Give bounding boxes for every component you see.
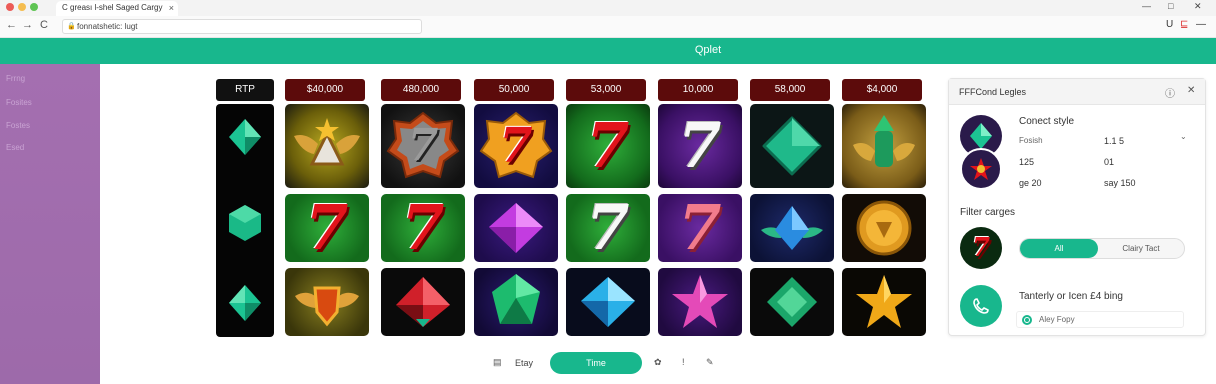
row-label-fosish: Fosish bbox=[1019, 136, 1043, 145]
filter-option-button[interactable]: Clairy Tact bbox=[1098, 239, 1184, 258]
column-prize-1: $40,000 bbox=[285, 79, 365, 101]
sidebar-item-3[interactable]: Fostes bbox=[6, 121, 30, 130]
blue-diamond-icon[interactable] bbox=[566, 268, 650, 336]
close-window-dot[interactable] bbox=[6, 3, 14, 11]
star-avatar bbox=[960, 148, 1002, 190]
rtp-label: RTP bbox=[216, 79, 274, 101]
seven-symbol: 7 bbox=[678, 194, 722, 262]
address-bar: ← → C 🔒 fonnatshetic: lugt U ⊑ — bbox=[0, 16, 1216, 38]
row-value-fosish: 1.1 5 bbox=[1104, 136, 1125, 146]
red-seven-tile[interactable]: 7 bbox=[285, 194, 369, 262]
back-arrow-icon[interactable]: ← bbox=[6, 19, 17, 31]
green-hexagon-icon bbox=[224, 200, 266, 246]
forward-arrow-icon[interactable]: → bbox=[22, 19, 33, 31]
sidebar: Frrng Fosites Fostes Esed bbox=[0, 64, 100, 384]
purple-diamond-tile[interactable] bbox=[474, 194, 558, 262]
winged-star-emblem-icon[interactable] bbox=[285, 104, 369, 188]
phone-avatar bbox=[960, 285, 1002, 327]
blue-winged-gem-icon[interactable] bbox=[750, 194, 834, 262]
green-crown-emblem-icon[interactable] bbox=[842, 104, 926, 188]
calendar-icon[interactable]: ▤ bbox=[493, 357, 502, 368]
pink-seven-tile[interactable]: 7 bbox=[658, 194, 742, 262]
time-button[interactable]: Time bbox=[550, 352, 642, 374]
section-heading-style: Conect style bbox=[1019, 116, 1075, 127]
seven-symbol: 7 bbox=[407, 120, 439, 171]
section-heading-notify: Tanterly or Icen £4 bing bbox=[1019, 291, 1123, 302]
filter-all-button[interactable]: All bbox=[1020, 239, 1098, 258]
column-prize-6: 58,000 bbox=[750, 79, 830, 101]
red-seven-tile[interactable]: 7 bbox=[566, 104, 650, 188]
seven-symbol: 7 bbox=[586, 194, 630, 262]
menu-icon[interactable]: — bbox=[1196, 19, 1206, 30]
gold-seven-badge-icon[interactable]: 7 bbox=[474, 104, 558, 188]
window-maximize-icon[interactable]: □ bbox=[1168, 1, 1173, 11]
green-gem-tile[interactable] bbox=[750, 104, 834, 188]
white-seven-tile[interactable]: 7 bbox=[566, 194, 650, 262]
seven-symbol: 7 bbox=[305, 194, 349, 262]
seven-symbol: 7 bbox=[971, 233, 991, 263]
green-emerald-icon[interactable] bbox=[750, 268, 834, 336]
window-close-icon[interactable]: ✕ bbox=[1194, 1, 1202, 12]
row2-left-value: 125 bbox=[1019, 157, 1035, 167]
radio-button[interactable] bbox=[1022, 315, 1032, 325]
filter-segmented-control: All Clairy Tact bbox=[1019, 238, 1185, 259]
seven-symbol: 7 bbox=[586, 109, 630, 182]
red-seven-tile[interactable]: 7 bbox=[381, 194, 465, 262]
seven-symbol: 7 bbox=[401, 194, 445, 262]
extension-icon[interactable]: ⊑ bbox=[1180, 19, 1188, 30]
info-circle-icon[interactable]: ⓘ bbox=[1165, 85, 1175, 100]
seven-symbol: 7 bbox=[678, 109, 722, 182]
url-input[interactable]: 🔒 fonnatshetic: lugt bbox=[62, 19, 422, 34]
green-diamond-icon bbox=[224, 114, 266, 160]
rtp-column bbox=[216, 104, 274, 337]
column-prize-4: 53,000 bbox=[566, 79, 646, 101]
column-prize-5: 10,000 bbox=[658, 79, 738, 101]
pink-star-icon[interactable] bbox=[658, 268, 742, 336]
maximize-window-dot[interactable] bbox=[30, 3, 38, 11]
sidebar-item-1[interactable]: Frrng bbox=[6, 74, 25, 83]
window-minimize-icon[interactable]: — bbox=[1142, 1, 1151, 11]
section-heading-filter: Filter carges bbox=[960, 207, 1016, 218]
row3-left-value: ge 20 bbox=[1019, 178, 1042, 188]
close-icon[interactable]: ✕ bbox=[1187, 85, 1195, 96]
radio-label: Aley Fopy bbox=[1039, 315, 1075, 324]
edit-icon[interactable]: ✎ bbox=[706, 357, 714, 368]
browser-tab[interactable]: C greası l-shel Saged Cargy × bbox=[56, 1, 178, 16]
silver-seven-icon[interactable]: 7 bbox=[381, 104, 465, 188]
settings-icon[interactable]: ✿ bbox=[654, 357, 662, 368]
lock-icon: 🔒 bbox=[67, 23, 76, 30]
green-diamond-icon bbox=[224, 280, 266, 326]
radio-option[interactable]: Aley Fopy bbox=[1016, 311, 1184, 328]
row3-right-value: say 150 bbox=[1104, 178, 1136, 188]
white-seven-tile[interactable]: 7 bbox=[658, 104, 742, 188]
chevron-down-icon[interactable]: ⌄ bbox=[1180, 132, 1187, 141]
minimize-window-dot[interactable] bbox=[18, 3, 26, 11]
gold-star-icon[interactable] bbox=[842, 268, 926, 336]
browser-tab-title: C greası l-shel Saged Cargy bbox=[62, 3, 163, 12]
column-prize-2: 480,000 bbox=[381, 79, 461, 101]
browser-titlebar: C greası l-shel Saged Cargy × — □ ✕ bbox=[0, 0, 1216, 16]
panel-title: FFFCond Legles bbox=[959, 87, 1027, 97]
red-gem-icon[interactable] bbox=[381, 268, 465, 336]
url-text: fonnatshetic: lugt bbox=[77, 22, 138, 31]
app-title: Qplet bbox=[694, 44, 722, 56]
green-crystal-icon[interactable] bbox=[474, 268, 558, 336]
seven-symbol: 7 bbox=[499, 118, 533, 174]
seven-avatar: 7 bbox=[960, 227, 1002, 269]
app-header: Qplet bbox=[0, 38, 1216, 64]
column-prize-7: $4,000 bbox=[842, 79, 922, 101]
profile-icon[interactable]: U bbox=[1166, 19, 1173, 30]
gold-shield-emblem-icon[interactable] bbox=[285, 268, 369, 336]
info-icon[interactable]: ! bbox=[682, 357, 685, 367]
toolbar-label[interactable]: Etay bbox=[515, 358, 533, 368]
reload-icon[interactable]: C bbox=[40, 19, 48, 31]
row2-right-value: 01 bbox=[1104, 157, 1115, 167]
sidebar-item-4[interactable]: Esed bbox=[6, 143, 24, 152]
tab-close-icon[interactable]: × bbox=[169, 1, 174, 15]
panel-header: FFFCond Legles ⓘ ✕ bbox=[949, 79, 1205, 105]
column-prize-3: 50,000 bbox=[474, 79, 554, 101]
sidebar-item-2[interactable]: Fosites bbox=[6, 98, 32, 107]
gold-coin-icon[interactable] bbox=[842, 194, 926, 262]
